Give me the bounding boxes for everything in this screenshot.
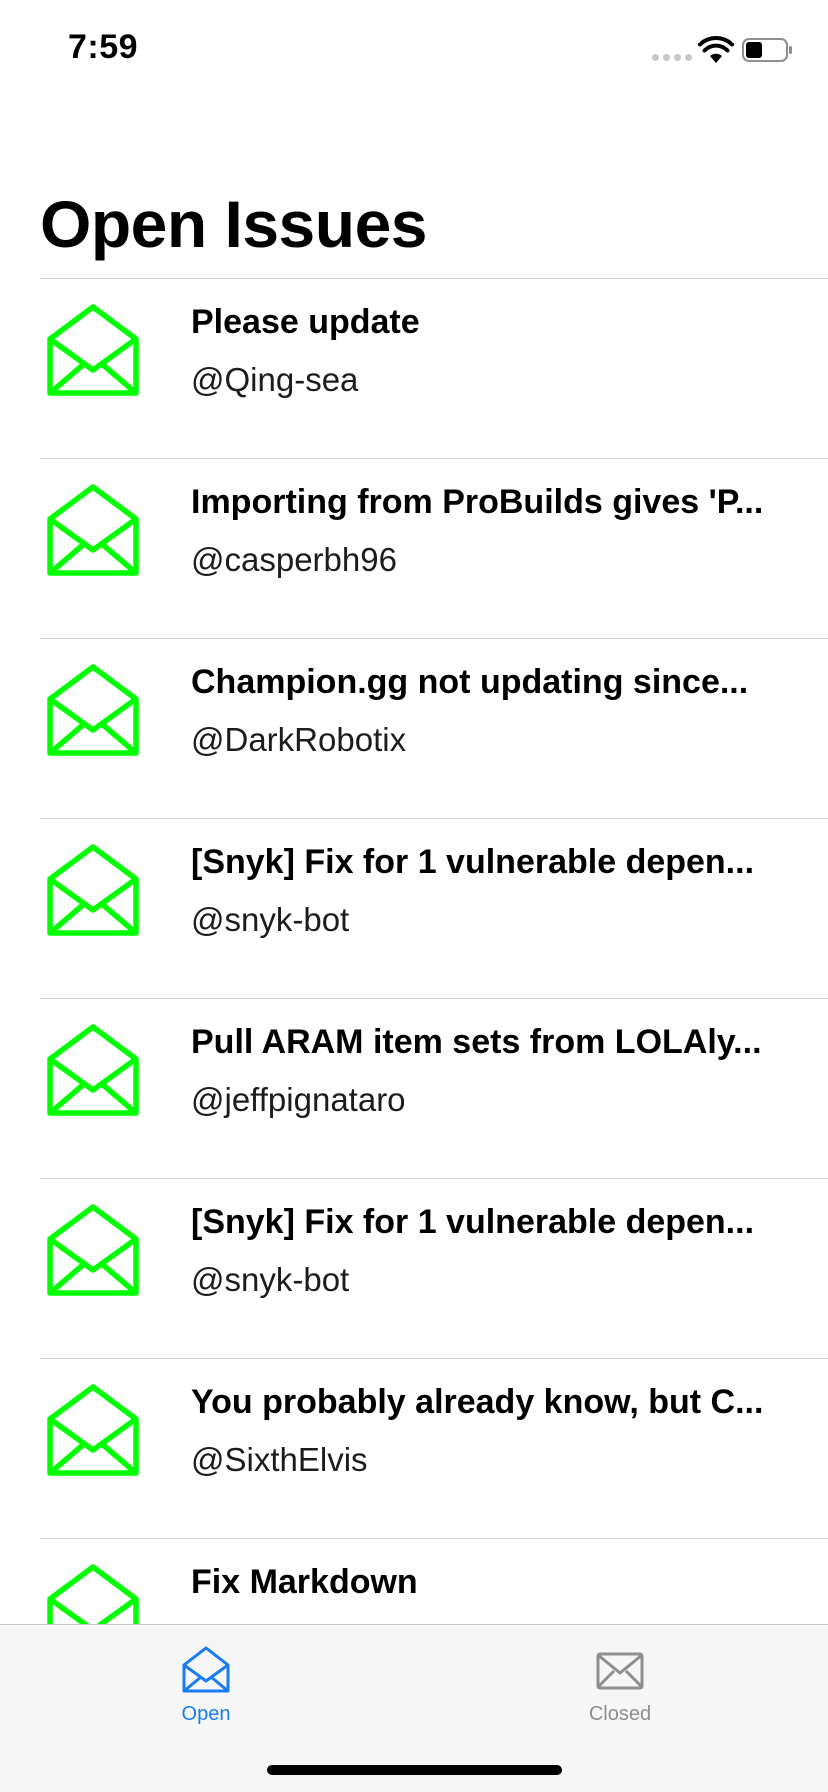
issue-author: @snyk-bot	[191, 901, 350, 938]
issue-row[interactable]: You probably already know, but C... @Sixt…	[40, 1358, 828, 1538]
tab-open[interactable]: Open	[126, 1645, 286, 1745]
open-envelope-icon	[47, 664, 139, 756]
open-envelope-icon	[47, 1384, 139, 1476]
issue-row[interactable]: [Snyk] Fix for 1 vulnerable depen... @sny…	[40, 818, 828, 998]
issue-author: @SixthElvis	[191, 1441, 368, 1478]
tab-open-label: Open	[181, 1703, 231, 1725]
issue-list[interactable]: Please update @Qing-sea Importing from Pro…	[0, 278, 828, 1624]
open-envelope-icon	[47, 1024, 139, 1116]
closed-envelope-icon	[596, 1652, 644, 1690]
issue-title: Fix Markdown	[191, 1563, 418, 1601]
issue-row[interactable]: Please update @Qing-sea	[40, 278, 828, 458]
tab-closed-label: Closed	[588, 1703, 652, 1725]
issue-title: [Snyk] Fix for 1 vulnerable depen...	[191, 1203, 755, 1241]
open-envelope-icon	[47, 304, 139, 396]
issue-row[interactable]: Champion.gg not updating since... @DarkRo…	[40, 638, 828, 818]
open-envelope-icon	[47, 484, 139, 576]
tab-closed[interactable]: Closed	[540, 1645, 700, 1745]
issue-title: [Snyk] Fix for 1 vulnerable depen...	[191, 843, 755, 881]
issue-author: @jeffpignataro	[191, 1081, 406, 1118]
issue-title: Please update	[191, 303, 420, 341]
wifi-icon	[698, 36, 734, 63]
issue-title: You probably already know, but C...	[191, 1383, 764, 1421]
open-envelope-icon	[47, 1564, 139, 1624]
issue-row[interactable]: Pull ARAM item sets from LOLAly... @jeffp…	[40, 998, 828, 1178]
tab-bar: Open Closed	[0, 1624, 828, 1792]
issue-author: @casperbh96	[191, 541, 397, 578]
issue-row[interactable]: [Snyk] Fix for 1 vulnerable depen... @sny…	[40, 1178, 828, 1358]
issue-row[interactable]: Fix Markdown	[40, 1538, 828, 1624]
issue-title: Champion.gg not updating since...	[191, 663, 749, 701]
issue-author: @snyk-bot	[191, 1261, 350, 1298]
home-indicator	[267, 1765, 562, 1775]
status-bar: 7:59	[0, 0, 828, 100]
issue-row[interactable]: Importing from ProBuilds gives 'P... @cas…	[40, 458, 828, 638]
open-envelope-icon	[47, 1204, 139, 1296]
battery-icon	[742, 38, 792, 62]
issue-title: Importing from ProBuilds gives 'P...	[191, 483, 764, 521]
issue-title: Pull ARAM item sets from LOLAly...	[191, 1023, 762, 1061]
status-time: 7:59	[68, 28, 139, 66]
open-envelope-icon	[47, 844, 139, 936]
issue-author: @Qing-sea	[191, 361, 359, 398]
app-screen: 7:59 Open Issues Please update @Qing-sea I…	[0, 0, 828, 1792]
cellular-signal-icon	[652, 54, 692, 61]
open-envelope-icon	[182, 1646, 230, 1693]
issue-author: @DarkRobotix	[191, 721, 407, 758]
page-title: Open Issues	[40, 187, 428, 261]
